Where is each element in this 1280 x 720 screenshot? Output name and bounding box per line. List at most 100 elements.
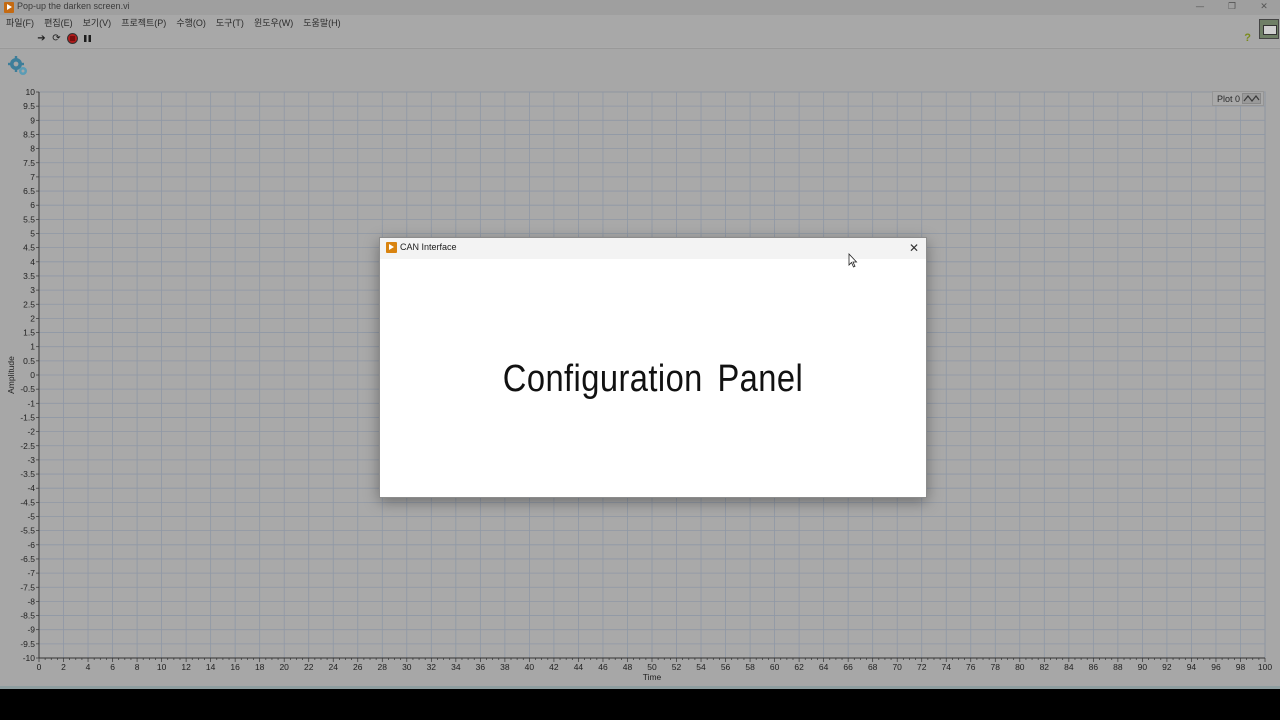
y-tick-label: 9 — [30, 115, 35, 125]
close-window-icon[interactable]: ✕ — [1248, 0, 1280, 15]
menu-edit[interactable]: 편집(E) — [39, 16, 78, 29]
x-tick-label: 22 — [304, 662, 314, 672]
y-tick-label: 2 — [30, 313, 35, 323]
x-tick-label: 20 — [279, 662, 289, 672]
run-continuously-icon[interactable]: ⟳ — [51, 33, 62, 44]
menu-operate[interactable]: 수행(O) — [171, 16, 211, 29]
menu-file[interactable]: 파일(F) — [0, 16, 39, 29]
context-help-icon[interactable]: ? — [1244, 32, 1251, 44]
x-tick-label: 36 — [476, 662, 486, 672]
labview-app-icon — [386, 242, 397, 253]
x-tick-label: 40 — [525, 662, 535, 672]
x-tick-label: 82 — [1040, 662, 1050, 672]
x-tick-label: 84 — [1064, 662, 1074, 672]
x-tick-label: 78 — [991, 662, 1001, 672]
y-tick-label: -8 — [27, 596, 35, 606]
x-tick-label: 64 — [819, 662, 829, 672]
x-tick-label: 94 — [1187, 662, 1197, 672]
x-tick-label: 70 — [892, 662, 902, 672]
y-tick-label: 5 — [30, 229, 35, 239]
x-tick-label: 34 — [451, 662, 461, 672]
y-tick-label: 1 — [30, 342, 35, 352]
status-bar — [0, 686, 1280, 689]
y-tick-label: -7 — [27, 568, 35, 578]
run-arrow-icon[interactable]: ➔ — [36, 33, 47, 44]
plot-line-icon — [1242, 93, 1261, 104]
menu-window[interactable]: 윈도우(W) — [249, 16, 298, 29]
x-tick-label: 50 — [647, 662, 657, 672]
x-tick-label: 54 — [696, 662, 706, 672]
x-tick-label: 0 — [37, 662, 42, 672]
menu-view[interactable]: 보기(V) — [78, 16, 117, 29]
y-tick-label: -9 — [27, 625, 35, 635]
x-tick-label: 98 — [1236, 662, 1246, 672]
abort-icon[interactable] — [67, 33, 78, 44]
y-tick-label: -6.5 — [20, 554, 35, 564]
legend-series-label: Plot 0 — [1217, 94, 1241, 104]
y-tick-label: -0.5 — [20, 384, 35, 394]
y-tick-label: 2.5 — [23, 299, 35, 309]
x-tick-label: 92 — [1162, 662, 1172, 672]
x-tick-label: 46 — [598, 662, 608, 672]
x-tick-label: 12 — [181, 662, 191, 672]
pause-icon[interactable] — [82, 33, 93, 44]
x-tick-label: 24 — [329, 662, 339, 672]
menu-help[interactable]: 도움말(H) — [298, 16, 345, 29]
x-axis-label: Time — [643, 672, 662, 682]
y-tick-label: -8.5 — [20, 611, 35, 621]
y-tick-label: -2 — [27, 427, 35, 437]
y-tick-label: -5 — [27, 512, 35, 522]
x-tick-label: 26 — [353, 662, 363, 672]
x-tick-label: 100 — [1258, 662, 1272, 672]
menu-project[interactable]: 프로젝트(P) — [116, 16, 171, 29]
mouse-cursor-icon — [848, 253, 858, 268]
x-tick-label: 16 — [230, 662, 240, 672]
x-tick-label: 90 — [1138, 662, 1148, 672]
menu-tools[interactable]: 도구(T) — [211, 16, 249, 29]
x-tick-label: 42 — [549, 662, 559, 672]
y-tick-label: -10 — [23, 653, 36, 663]
minimize-icon[interactable]: — — [1184, 0, 1216, 15]
x-tick-label: 66 — [843, 662, 853, 672]
y-tick-label: 8.5 — [23, 129, 35, 139]
y-tick-label: -5.5 — [20, 526, 35, 536]
x-tick-label: 44 — [574, 662, 584, 672]
close-icon[interactable]: ✕ — [907, 240, 921, 256]
y-tick-label: 0.5 — [23, 356, 35, 366]
labview-app-icon — [4, 2, 14, 13]
y-tick-label: 8 — [30, 144, 35, 154]
plot-legend[interactable]: Plot 0 — [1212, 91, 1264, 106]
x-tick-label: 10 — [157, 662, 167, 672]
y-tick-label: 6.5 — [23, 186, 35, 196]
x-tick-label: 8 — [135, 662, 140, 672]
x-tick-label: 80 — [1015, 662, 1025, 672]
y-tick-label: -3.5 — [20, 469, 35, 479]
x-tick-label: 48 — [623, 662, 633, 672]
x-tick-label: 18 — [255, 662, 265, 672]
y-tick-label: 7.5 — [23, 158, 35, 168]
y-tick-label: -4.5 — [20, 497, 35, 507]
y-tick-label: -3 — [27, 455, 35, 465]
x-tick-label: 62 — [794, 662, 804, 672]
maximize-icon[interactable]: ❐ — [1216, 0, 1248, 15]
x-tick-label: 6 — [110, 662, 115, 672]
y-tick-label: -6 — [27, 540, 35, 550]
window-controls: — ❐ ✕ — [1184, 0, 1280, 15]
y-tick-label: 4 — [30, 257, 35, 267]
x-tick-label: 14 — [206, 662, 216, 672]
dialog-titlebar: CAN Interface ✕ — [380, 238, 926, 259]
x-tick-label: 28 — [378, 662, 388, 672]
y-tick-label: 1.5 — [23, 328, 35, 338]
x-tick-label: 2 — [61, 662, 66, 672]
y-tick-label: -2.5 — [20, 441, 35, 451]
y-tick-label: -1 — [27, 398, 35, 408]
x-tick-label: 32 — [427, 662, 437, 672]
y-axis-label: Amplitude — [6, 356, 16, 394]
x-tick-label: 68 — [868, 662, 878, 672]
toolbar: ➔ ⟳ — [0, 30, 1280, 47]
y-tick-label: 9.5 — [23, 101, 35, 111]
y-tick-label: -4 — [27, 483, 35, 493]
y-tick-label: 4.5 — [23, 243, 35, 253]
window-title: Pop-up the darken screen.vi — [17, 1, 130, 11]
menu-bar: 파일(F) 편집(E) 보기(V) 프로젝트(P) 수행(O) 도구(T) 윈도… — [0, 15, 1280, 30]
